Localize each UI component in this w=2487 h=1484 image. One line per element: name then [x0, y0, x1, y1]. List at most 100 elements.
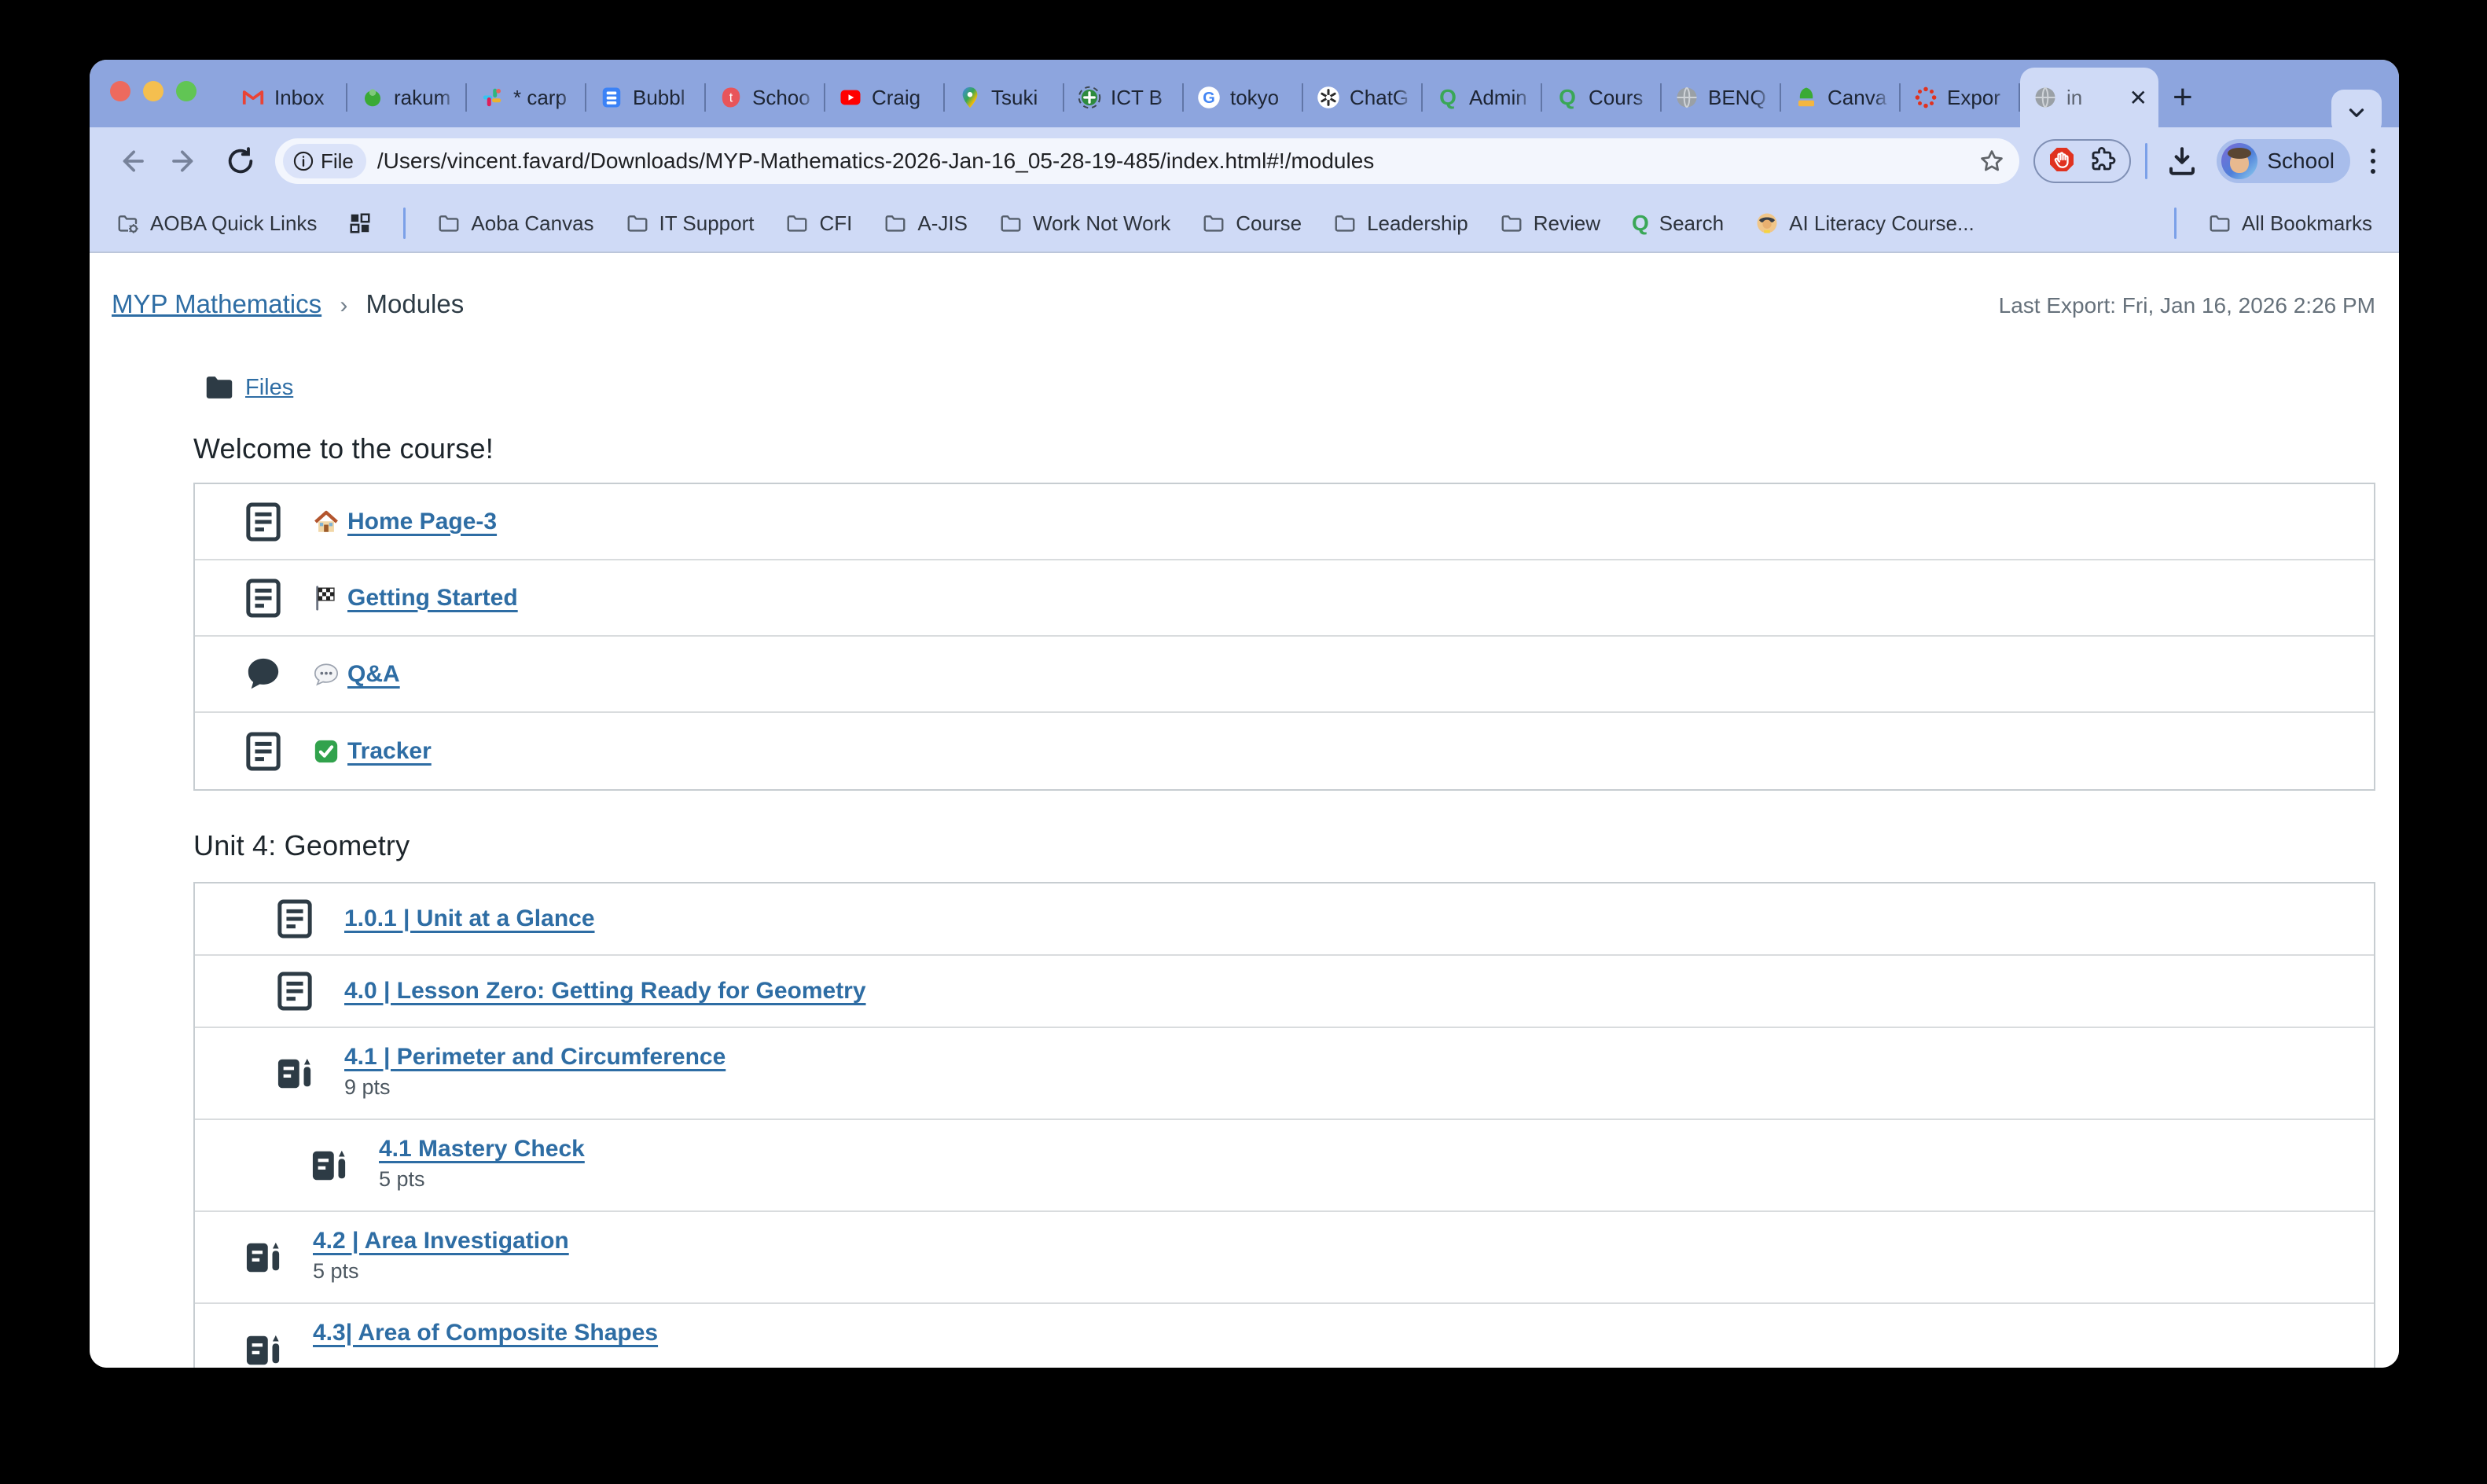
profile-label: School: [2267, 149, 2335, 174]
bookmark-label: CFI: [819, 211, 852, 236]
tab-course[interactable]: Q Cours: [1542, 68, 1662, 127]
module-link[interactable]: 1.0.1 | Unit at a Glance: [344, 905, 595, 932]
bookmark-folder-it-support[interactable]: IT Support: [626, 211, 755, 236]
tab-schoo[interactable]: t Schoo: [706, 68, 825, 127]
tab-carp[interactable]: * carp: [467, 68, 586, 127]
page-icon: [245, 578, 281, 619]
gmail-icon: [241, 85, 266, 110]
tab-tsukiji[interactable]: Tsuki: [945, 68, 1064, 127]
breadcrumb-course-link[interactable]: MYP Mathematics: [112, 289, 321, 318]
module-link[interactable]: 4.0 | Lesson Zero: Getting Ready for Geo…: [344, 978, 866, 1005]
bookmark-label: Search: [1659, 211, 1724, 236]
tab-inbox[interactable]: Inbox: [228, 68, 347, 127]
module-item-lesson-zero: 4.0 | Lesson Zero: Getting Ready for Geo…: [195, 956, 2374, 1028]
toolbar-divider: [2145, 143, 2147, 179]
module-link[interactable]: Tracker: [313, 738, 432, 765]
tab-export[interactable]: Expor: [1901, 68, 2020, 127]
module-table-unit4: 1.0.1 | Unit at a Glance 4.0 | Lesson Ze…: [193, 882, 2375, 1368]
forward-button[interactable]: [165, 141, 206, 182]
page-icon: [277, 898, 313, 939]
back-button[interactable]: [110, 141, 151, 182]
svg-text:t: t: [729, 91, 733, 105]
browser-menu-button[interactable]: [2364, 149, 2382, 174]
module-link-label: 4.0 | Lesson Zero: Getting Ready for Geo…: [344, 978, 866, 1005]
extensions-puzzle-icon[interactable]: [2088, 145, 2117, 178]
ict-plus-icon: [1077, 85, 1102, 110]
points-label: 9 pts: [344, 1075, 726, 1100]
module-table-welcome: Home Page-3 Getting Started: [193, 483, 2375, 791]
tab-canvas-aoba[interactable]: Canva: [1781, 68, 1901, 127]
profile-chip[interactable]: School: [2217, 139, 2350, 183]
module-link[interactable]: 4.1 | Perimeter and Circumference: [344, 1044, 726, 1071]
bookmark-label: IT Support: [659, 211, 755, 236]
module-item-tracker: Tracker: [195, 713, 2374, 789]
zoom-window-button[interactable]: [176, 81, 197, 101]
points-label: 5 pts: [313, 1259, 569, 1284]
bookmark-folder-aoba-canvas[interactable]: Aoba Canvas: [437, 211, 593, 236]
tab-admin[interactable]: Q Admin: [1423, 68, 1542, 127]
minimize-window-button[interactable]: [143, 81, 163, 101]
bookmark-folder-work-not-work[interactable]: Work Not Work: [999, 211, 1170, 236]
bookmark-ai-literacy[interactable]: AI Literacy Course...: [1755, 211, 1975, 236]
slack-icon: [479, 85, 505, 110]
q-green-icon: Q: [1555, 85, 1580, 110]
bookmark-folder-leadership[interactable]: Leadership: [1333, 211, 1468, 236]
tab-rakumo[interactable]: rakum: [347, 68, 467, 127]
tab-craig[interactable]: Craig: [825, 68, 945, 127]
bookmark-label: A-JIS: [917, 211, 968, 236]
tab-chatgpt[interactable]: ChatG: [1303, 68, 1423, 127]
module-item-mastery-check: 4.1 Mastery Check 5 pts: [195, 1120, 2374, 1212]
browser-window: Inbox rakum * carp Bubbl t Schoo Craig: [90, 60, 2399, 1368]
url-text[interactable]: /Users/vincent.favard/Downloads/MYP-Math…: [377, 149, 1967, 174]
all-bookmarks-button[interactable]: All Bookmarks: [2208, 211, 2372, 236]
module-link[interactable]: 4.2 | Area Investigation: [313, 1228, 569, 1254]
module-link[interactable]: 4.1 Mastery Check: [379, 1136, 585, 1163]
close-window-button[interactable]: [110, 81, 130, 101]
google-g-icon: G: [1196, 85, 1221, 110]
bookmarks-bar: AOBA Quick Links Aoba Canvas IT Support …: [90, 195, 2399, 253]
files-row: Files: [204, 374, 2375, 401]
bookmark-search[interactable]: Q Search: [1632, 211, 1724, 236]
new-tab-button[interactable]: +: [2158, 68, 2207, 127]
bookmark-folder-cfi[interactable]: CFI: [785, 211, 852, 236]
bookmark-star-icon[interactable]: [1978, 148, 2005, 174]
bookmark-folder-ajis[interactable]: A-JIS: [883, 211, 968, 236]
apps-grid-icon[interactable]: [348, 211, 372, 235]
canvas-burst-icon: [1913, 85, 1938, 110]
page-icon: [277, 971, 313, 1012]
module-link[interactable]: Q&A: [313, 661, 400, 688]
person-avatar-icon: [1755, 211, 1779, 235]
tab-benq[interactable]: BENQ: [1662, 68, 1781, 127]
folder-gear-icon: [116, 211, 140, 235]
adblock-icon[interactable]: [2048, 145, 2076, 178]
tab-label: Schoo: [752, 86, 816, 110]
address-bar[interactable]: File /Users/vincent.favard/Downloads/MYP…: [275, 138, 2019, 184]
q-green-icon: Q: [1632, 211, 1649, 236]
svg-text:G: G: [1203, 90, 1215, 107]
module-link[interactable]: Home Page-3: [313, 509, 497, 535]
bookmark-label: Work Not Work: [1033, 211, 1170, 236]
downloads-button[interactable]: [2162, 141, 2202, 182]
breadcrumb-separator: ›: [340, 292, 347, 318]
tab-label: Cours: [1589, 86, 1652, 110]
file-scheme-chip[interactable]: File: [283, 144, 366, 178]
module-item-home-page: Home Page-3: [195, 484, 2374, 560]
module-link[interactable]: Getting Started: [313, 585, 518, 612]
files-link[interactable]: Files: [245, 375, 293, 401]
module-item-composite-shapes: 4.3| Area of Composite Shapes: [195, 1304, 2374, 1368]
bookmarks-divider: [403, 208, 406, 239]
tab-bubble[interactable]: Bubbl: [586, 68, 706, 127]
info-icon: [292, 150, 314, 172]
tab-tokyo[interactable]: G tokyo: [1184, 68, 1303, 127]
assignment-icon: [311, 1145, 347, 1186]
bookmark-folder-review[interactable]: Review: [1500, 211, 1600, 236]
bookmark-folder-course[interactable]: Course: [1202, 211, 1302, 236]
module-link[interactable]: 4.3| Area of Composite Shapes: [313, 1320, 658, 1346]
close-tab-icon[interactable]: ✕: [2128, 85, 2149, 111]
tab-ict[interactable]: ICT B: [1064, 68, 1184, 127]
traffic-lights: [110, 81, 197, 101]
reload-button[interactable]: [220, 141, 261, 182]
bookmark-aoba-quick-links[interactable]: AOBA Quick Links: [116, 211, 317, 236]
module-item-unit-glance: 1.0.1 | Unit at a Glance: [195, 883, 2374, 956]
tab-index-active[interactable]: in ✕: [2020, 68, 2158, 127]
